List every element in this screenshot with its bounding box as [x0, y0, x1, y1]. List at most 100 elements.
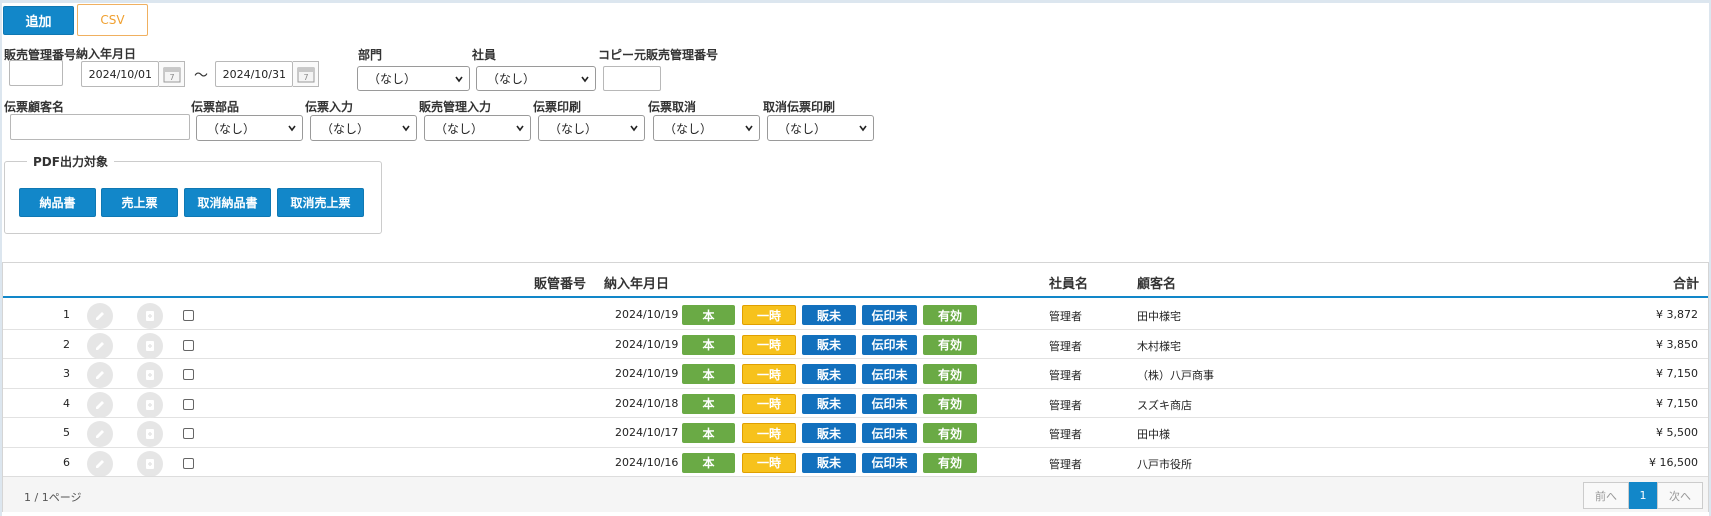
copy-icon[interactable] [137, 450, 163, 477]
copy-icon[interactable] [137, 303, 163, 329]
slip-print-value: （なし） [549, 121, 598, 136]
row-number: 3 [63, 367, 70, 380]
row-number: 1 [63, 308, 70, 321]
sales-input-select[interactable]: （なし） [424, 115, 531, 141]
copy-icon[interactable] [137, 421, 163, 447]
table-row: 6 2024/10/16 本一時 販未 伝印未 有効 管理者 八戸市役所 ¥ 16,500 [3, 448, 1708, 477]
status-badge[interactable]: 伝印未 [862, 452, 917, 473]
row-checkbox[interactable] [183, 398, 194, 410]
status-badge[interactable]: 一時 [742, 334, 796, 355]
slip-cancel-label: 伝票取消 [648, 100, 697, 114]
slip-print-select[interactable]: （なし） [538, 115, 645, 141]
status-badge[interactable]: 一時 [742, 423, 796, 443]
status-badge[interactable]: 本 [682, 393, 735, 414]
edit-icon[interactable] [87, 362, 113, 388]
copy-source-input[interactable] [603, 66, 661, 91]
status-badge[interactable]: 本 [682, 452, 735, 473]
status-badge[interactable]: 伝印未 [862, 305, 917, 325]
chevron-down-icon [402, 125, 410, 132]
status-badge[interactable]: 本 [682, 305, 735, 325]
row-checkbox[interactable] [183, 310, 194, 321]
status-badge[interactable]: 販未 [802, 452, 856, 473]
customer-cell: 八戸市役所 [1137, 457, 1192, 471]
status-badge[interactable]: 一時 [742, 364, 796, 384]
customer-label: 伝票顧客名 [4, 100, 65, 114]
slip-part-label: 伝票部品 [191, 100, 240, 114]
status-badge[interactable]: 販未 [802, 364, 856, 384]
chevron-down-icon [516, 125, 524, 132]
status-badge[interactable]: 販未 [802, 334, 856, 355]
status-badge[interactable]: 有効 [923, 393, 977, 414]
col-employee[interactable]: 社員名 [1049, 273, 1088, 292]
customer-input[interactable] [10, 114, 190, 140]
date-separator: ～ [194, 68, 208, 84]
delivery-note-button[interactable]: 納品書 [19, 188, 96, 217]
sales-table: 販管番号 納入年月日 社員名 顧客名 合計 1 2024/10/19 本一時 販未 伝印… [2, 262, 1709, 512]
delivery-date-cell: 2024/10/19 [615, 367, 679, 380]
edit-icon[interactable] [87, 421, 113, 447]
copy-icon[interactable] [137, 332, 163, 359]
status-badge[interactable]: 販未 [802, 305, 856, 325]
slip-part-select[interactable]: （なし） [196, 115, 303, 141]
status-badge[interactable]: 有効 [923, 334, 977, 355]
status-badge[interactable]: 本 [682, 334, 735, 355]
row-number: 5 [63, 426, 70, 439]
delivery-date-cell: 2024/10/16 [615, 455, 679, 469]
copy-icon[interactable] [137, 391, 163, 418]
status-badge[interactable]: 伝印未 [862, 334, 917, 355]
slip-input-select[interactable]: （なし） [310, 115, 417, 141]
employee-select-value: （なし） [487, 72, 536, 86]
cancel-print-label: 取消伝票印刷 [763, 100, 836, 114]
next-page-button[interactable]: 次へ [1657, 482, 1703, 509]
col-delivery-date[interactable]: 納入年月日 [604, 273, 669, 292]
delivery-date-cell: 2024/10/19 [615, 308, 679, 321]
status-badge[interactable]: 一時 [742, 393, 796, 414]
edit-icon[interactable] [87, 332, 113, 359]
status-badge[interactable]: 有効 [923, 423, 977, 443]
cancel-delivery-note-button[interactable]: 取消納品書 [184, 188, 271, 217]
col-sales-no[interactable]: 販管番号 [534, 273, 586, 292]
calendar-icon[interactable]: 7 [159, 61, 185, 87]
employee-select[interactable]: （なし） [476, 66, 596, 91]
status-badge[interactable]: 販未 [802, 393, 856, 414]
status-badge[interactable]: 伝印未 [862, 423, 917, 443]
status-badge[interactable]: 一時 [742, 452, 796, 473]
customer-cell: （株）八戸商事 [1137, 369, 1214, 382]
status-badge[interactable]: 伝印未 [862, 364, 917, 384]
status-badge[interactable]: 有効 [923, 452, 977, 473]
status-badge[interactable]: 本 [682, 423, 735, 443]
copy-icon[interactable] [137, 362, 163, 388]
slip-cancel-select[interactable]: （なし） [653, 115, 760, 141]
csv-button[interactable]: CSV [77, 4, 148, 36]
page-1-button[interactable]: 1 [1629, 482, 1657, 509]
row-checkbox[interactable] [183, 339, 194, 351]
sales-slip-button[interactable]: 売上票 [101, 188, 178, 217]
cancel-sales-slip-button[interactable]: 取消売上票 [277, 188, 364, 217]
row-checkbox[interactable] [183, 457, 194, 469]
status-badge[interactable]: 有効 [923, 305, 977, 325]
edit-icon[interactable] [87, 391, 113, 418]
dept-select[interactable]: （なし） [357, 66, 470, 91]
sales-no-input[interactable] [9, 60, 63, 86]
status-badge[interactable]: 本 [682, 364, 735, 384]
employee-cell: 管理者 [1049, 369, 1082, 382]
row-checkbox[interactable] [183, 428, 194, 439]
calendar-icon[interactable]: 7 [293, 61, 319, 87]
row-checkbox[interactable] [183, 369, 194, 380]
col-total[interactable]: 合計 [1673, 273, 1699, 292]
status-badge[interactable]: 有効 [923, 364, 977, 384]
prev-page-button[interactable]: 前へ [1583, 482, 1629, 509]
copy-source-label: コピー元販売管理番号 [598, 48, 719, 62]
col-customer[interactable]: 顧客名 [1137, 273, 1176, 292]
slip-print-label: 伝票印刷 [533, 100, 582, 114]
add-button[interactable]: 追加 [3, 6, 74, 35]
edit-icon[interactable] [87, 303, 113, 329]
date-from-input[interactable]: 2024/10/01 [81, 61, 159, 87]
cancel-print-select[interactable]: （なし） [767, 115, 874, 141]
edit-icon[interactable] [87, 450, 113, 477]
status-badge[interactable]: 販未 [802, 423, 856, 443]
date-to-input[interactable]: 2024/10/31 [215, 61, 293, 87]
svg-text:7: 7 [169, 73, 174, 82]
status-badge[interactable]: 伝印未 [862, 393, 917, 414]
status-badge[interactable]: 一時 [742, 305, 796, 325]
